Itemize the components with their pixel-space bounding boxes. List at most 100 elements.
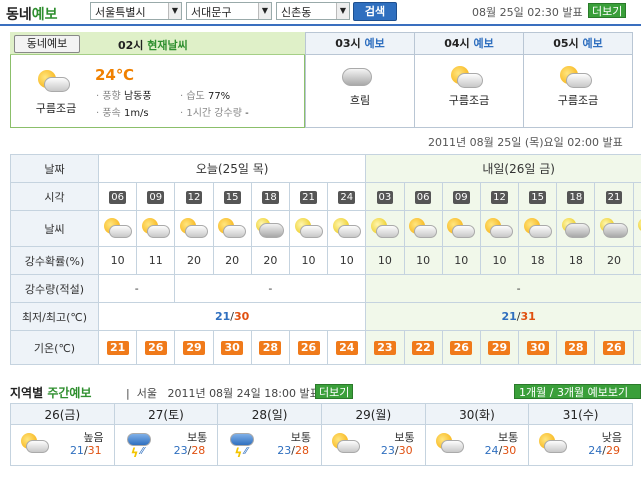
wind-dir-value: 남동풍: [123, 91, 152, 102]
hour-label: 09: [147, 190, 165, 204]
more-button[interactable]: 더보기: [588, 3, 627, 18]
gugun-value: 서대문구: [191, 6, 232, 19]
forecast-col-header: 04시 예보: [414, 32, 524, 55]
pop-cell: 20: [174, 246, 214, 275]
dong-value: 신촌동: [281, 6, 312, 19]
hour-cell: 06: [403, 182, 443, 211]
temp-cell: 23: [365, 330, 405, 365]
hour-label: 06: [414, 190, 432, 204]
title-part-b: 예보: [31, 7, 58, 23]
row-label: 강수확률(%): [10, 246, 99, 275]
pop-cell: 10: [365, 246, 405, 275]
humid-label: · 습도: [180, 91, 205, 102]
pop-cell: 10: [479, 246, 520, 275]
forecast-label: 예보: [582, 37, 603, 50]
wind-spd-value: 1m/s: [123, 108, 149, 119]
rain-cell: -: [365, 274, 641, 303]
monthly-forecast-link[interactable]: 1개월 / 3개월 예보보기 ›: [514, 384, 641, 414]
current-temp: 24℃: [95, 66, 135, 84]
rain-label: · 1시간 강수량: [180, 108, 242, 119]
min-temp: 21: [69, 444, 84, 457]
weekly-date: 29(월): [320, 403, 426, 425]
humid-row: · 습도 77%: [180, 87, 230, 102]
weekly-day: 보통 24/30: [424, 424, 530, 466]
weekly-date: 30(화): [424, 403, 530, 425]
min-temp: 23: [380, 444, 395, 457]
chevron-down-icon: ▼: [336, 3, 349, 19]
temp-value: 21: [106, 340, 129, 355]
weekly-day: ϟ ⁄⁄ 보통 23/28: [113, 424, 219, 466]
weekly-temps: 23/30: [380, 444, 413, 457]
temp-cell: 21: [97, 330, 138, 365]
temp-cell: 28: [556, 330, 596, 365]
header-divider: [0, 24, 641, 26]
temp-cell: 30: [212, 330, 252, 365]
temp-cell: 30: [518, 330, 558, 365]
rain-row: · 1시간 강수량 -: [180, 104, 249, 119]
pop-cell: 20: [250, 246, 290, 275]
weekly-date: 27(토): [113, 403, 219, 425]
hour-cell: 15: [212, 182, 252, 211]
cloudy-icon: [288, 210, 329, 247]
temp-value: 26: [603, 340, 626, 355]
hour-label: 12: [491, 190, 508, 204]
partly-cloudy-icon: [212, 210, 252, 247]
search-button[interactable]: 검색: [353, 2, 397, 21]
page-title: 동네예보: [6, 4, 58, 24]
temp-value: 28: [259, 340, 282, 355]
max-temp: 28: [294, 444, 309, 457]
partly-cloudy-icon: [174, 210, 214, 247]
weekly-date: 31(수): [528, 403, 633, 425]
hour-cell: 09: [136, 182, 176, 211]
forecast-time: 05시: [553, 37, 579, 50]
weekly-desc: 높음: [83, 431, 104, 444]
temp-value: 22: [412, 340, 435, 355]
humid-value: 77%: [207, 91, 231, 102]
weekly-title-b: 주간예보: [47, 386, 92, 400]
wind-spd-row: · 풍속 1m/s: [96, 104, 149, 119]
partly-cloudy-icon: [97, 210, 138, 247]
partly-cloudy-icon: [560, 64, 592, 90]
hourly-forecast-table: 날짜 오늘(25일 목) 내일(26일 금) 시각 06 09 12 15 18 21 24 0…: [10, 154, 641, 365]
pop-cell: 10: [441, 246, 481, 275]
temp-value: 26: [297, 340, 320, 355]
weekly-temps: 23/28: [277, 444, 309, 457]
weekly-desc: 보통: [394, 431, 415, 444]
dongne-tab[interactable]: 동네예보: [14, 35, 80, 53]
hour-cell: 21: [594, 182, 634, 211]
min-temp: 23: [277, 444, 292, 457]
sido-select[interactable]: 서울특별시 ▼: [90, 2, 182, 20]
row-label: 기온(℃): [10, 330, 99, 365]
weekly-more-button[interactable]: 더보기: [315, 384, 354, 399]
chevron-down-icon: ▼: [258, 3, 271, 19]
weekly-temps: 24/29: [588, 444, 620, 457]
weekly-date: 26(금): [10, 403, 115, 425]
partly-cloudy-icon: [441, 210, 481, 247]
hour-label: 21: [300, 190, 317, 204]
partly-cloudy-icon: [479, 210, 520, 247]
partly-cloudy-icon: [331, 433, 360, 455]
dong-select[interactable]: 신촌동 ▼: [276, 2, 350, 20]
forecast-time: 04시: [444, 37, 470, 50]
temp-cell: 24: [327, 330, 367, 365]
temp-value: 29: [488, 340, 511, 355]
temp-cell: 26: [594, 330, 634, 365]
temp-value: 23: [373, 340, 396, 355]
pop-cell: 11: [136, 246, 176, 275]
gugun-select[interactable]: 서대문구 ▼: [186, 2, 272, 20]
row-label: 날씨: [10, 210, 99, 247]
pop-cell: 10: [327, 246, 367, 275]
partly-cloudy-icon: [365, 210, 405, 247]
max-temp: 31: [87, 444, 102, 457]
max-temp: 30: [502, 444, 517, 457]
pop-cell: 20: [594, 246, 634, 275]
partly-cloudy-icon: [518, 210, 558, 247]
thunder-rain-icon: ϟ ⁄⁄: [228, 433, 256, 460]
pop-cell: 20: [632, 246, 641, 275]
sido-value: 서울특별시: [95, 6, 146, 19]
chevron-down-icon: ▼: [168, 3, 181, 19]
partly-cloudy-icon: [21, 433, 49, 455]
hour-cell: 03: [365, 182, 405, 211]
weekly-desc: 낮음: [601, 431, 622, 444]
hour-label: 15: [529, 190, 547, 204]
